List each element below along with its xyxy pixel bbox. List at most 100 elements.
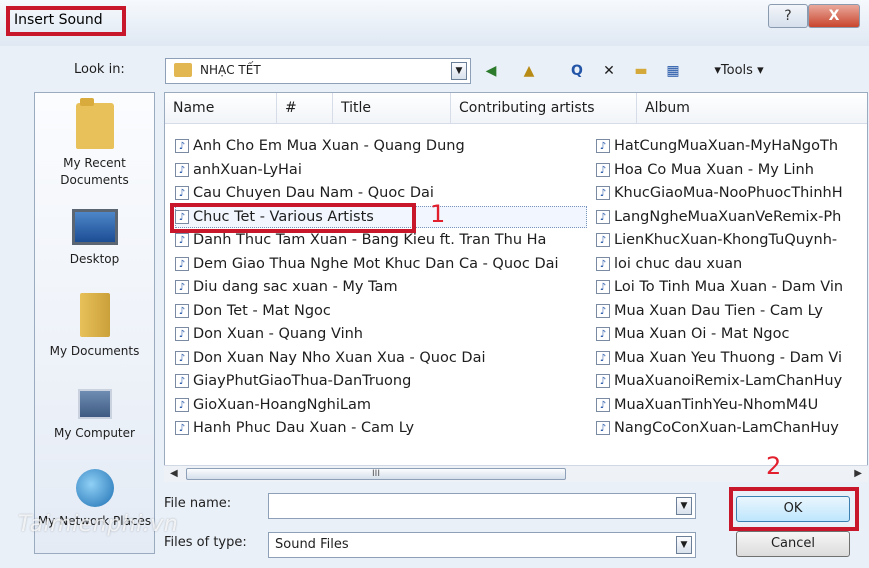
title-highlight-box (6, 6, 126, 36)
list-item[interactable]: ♪ HatCungMuaXuan-MyHaNgoTh (596, 136, 866, 156)
cancel-button[interactable]: Cancel (736, 531, 850, 557)
file-name: loi chuc dau xuan (614, 255, 743, 272)
back-button[interactable]: ◀ (480, 60, 502, 82)
close-button[interactable]: X (808, 4, 860, 28)
list-item[interactable]: ♪ Mua Xuan Yeu Thuong - Dam Vi (596, 348, 866, 368)
list-item[interactable]: ♪ NangCoConXuan-LamChanHuy (596, 418, 866, 438)
list-item[interactable]: ♪ Danh Thuc Tam Xuan - Bang Kieu ft. Tran… (175, 230, 585, 250)
list-item[interactable]: ♪ GioXuan-HoangNghiLam (175, 395, 585, 415)
places-bar: My Recent Documents Desktop My Documents… (34, 92, 155, 554)
header-divider (165, 123, 867, 124)
selected-file-highlight-box (170, 203, 416, 233)
computer-icon (77, 389, 112, 419)
list-item[interactable]: ♪ Diu dang sac xuan - My Tam (175, 277, 585, 297)
list-item[interactable]: ♪ Loi To Tinh Mua Xuan - Dam Vin (596, 277, 866, 297)
list-item[interactable]: ♪ Hoa Co Mua Xuan - My Linh (596, 160, 866, 180)
audio-file-icon: ♪ (175, 162, 189, 177)
look-in-combo[interactable]: NHẠC TẾT ▼ (165, 58, 471, 84)
list-item[interactable]: ♪ Hanh Phuc Dau Xuan - Cam Ly (175, 418, 585, 438)
audio-file-icon: ♪ (596, 397, 610, 412)
help-button[interactable]: ? (768, 4, 808, 28)
horizontal-scrollbar[interactable]: ◀ III ▶ (164, 465, 868, 482)
network-icon (75, 469, 114, 507)
file-name: GiayPhutGiaoThua-DanTruong (193, 373, 412, 389)
place-label: My Recent Documents (60, 156, 129, 187)
file-name: Don Xuan Nay Nho Xuan Xua - Quoc Dai (193, 349, 486, 366)
column-header-number[interactable]: # (277, 93, 333, 123)
audio-file-icon: ♪ (596, 139, 610, 153)
audio-file-icon: ♪ (596, 162, 610, 177)
place-desktop[interactable]: Desktop (35, 209, 154, 268)
search-web-button[interactable]: Q (566, 60, 588, 82)
annotation-step-1: 1 (430, 200, 446, 228)
place-my-documents[interactable]: My Documents (35, 293, 154, 360)
list-item[interactable]: ♪ LienKhucXuan-KhongTuQuynh- (596, 230, 866, 250)
file-name: Mua Xuan Oi - Mat Ngoc (614, 326, 790, 342)
list-item[interactable]: ♪ Don Tet - Mat Ngoc (175, 301, 585, 321)
file-name: Diu dang sac xuan - My Tam (193, 279, 398, 295)
list-item[interactable]: ♪ Don Xuan Nay Nho Xuan Xua - Quoc Dai (175, 348, 585, 368)
column-header-name[interactable]: Name (165, 93, 277, 123)
list-item[interactable]: ♪ Mua Xuan Oi - Mat Ngoc (596, 324, 866, 344)
list-item[interactable]: ♪ MuaXuanTinhYeu-NhomM4U (596, 395, 866, 415)
file-name: Cau Chuyen Dau Nam - Quoc Dai (193, 185, 434, 201)
new-folder-button[interactable]: ▬ (630, 60, 652, 82)
list-item[interactable]: ♪ MuaXuanoiRemix-LamChanHuy (596, 371, 866, 391)
scroll-left-icon[interactable]: ◀ (170, 466, 178, 482)
audio-file-icon: ♪ (175, 186, 189, 200)
column-header-album[interactable]: Album (637, 93, 867, 123)
file-name: Loi To Tinh Mua Xuan - Dam Vin (614, 279, 844, 295)
chevron-down-icon[interactable]: ▼ (451, 62, 467, 80)
place-my-recent-documents[interactable]: My Recent Documents (35, 98, 154, 189)
file-name: HatCungMuaXuan-MyHaNgoTh (614, 138, 839, 154)
list-item[interactable]: ♪ LangNgheMuaXuanVeRemix-Ph (596, 207, 866, 227)
place-label: My Documents (49, 344, 140, 358)
audio-file-icon: ♪ (596, 421, 610, 435)
place-label: Desktop (69, 252, 120, 266)
list-item[interactable]: ♪ KhucGiaoMua-NooPhuocThinhH (596, 183, 866, 203)
place-label: My Computer (54, 426, 135, 440)
look-in-label: Look in: (74, 62, 125, 77)
file-type-combo[interactable]: Sound Files ▼ (268, 532, 696, 558)
file-name: GioXuan-HoangNghiLam (193, 396, 371, 413)
audio-file-icon: ♪ (596, 350, 610, 365)
delete-button[interactable]: ✕ (598, 60, 620, 82)
up-folder-button[interactable]: ▲ (514, 60, 544, 82)
list-item[interactable]: ♪ GiayPhutGiaoThua-DanTruong (175, 371, 585, 391)
look-in-value: NHẠC TẾT (200, 63, 261, 77)
list-item[interactable]: ♪ loi chuc dau xuan (596, 254, 866, 274)
annotation-step-2: 2 (766, 452, 782, 480)
tools-menu[interactable]: ▾Tools ▾ (702, 60, 776, 82)
list-item[interactable]: ♪ Cau Chuyen Dau Nam - Quoc Dai (175, 183, 585, 203)
views-button[interactable]: ▦ (662, 60, 684, 82)
audio-file-icon: ♪ (175, 303, 189, 318)
audio-file-icon: ♪ (175, 139, 189, 153)
list-item[interactable]: ♪ Dem Giao Thua Nghe Mot Khuc Dan Ca - Qu… (175, 254, 585, 274)
place-my-computer[interactable]: My Computer (35, 389, 154, 442)
column-header-contributing-artists[interactable]: Contributing artists (451, 93, 637, 123)
audio-file-icon: ♪ (175, 327, 189, 341)
list-item[interactable]: ♪ Anh Cho Em Mua Xuan - Quang Dung (175, 136, 585, 156)
file-name: Dem Giao Thua Nghe Mot Khuc Dan Ca - Quo… (193, 255, 559, 272)
dialog-titlebar: Insert Sound ? X (0, 0, 869, 46)
documents-icon (79, 293, 110, 337)
list-item[interactable]: ♪ Mua Xuan Dau Tien - Cam Ly (596, 301, 866, 321)
chevron-down-icon[interactable]: ▼ (676, 497, 692, 515)
audio-file-icon: ♪ (175, 397, 189, 412)
tools-label: Tools (720, 63, 753, 78)
audio-file-icon: ♪ (596, 209, 610, 224)
list-item[interactable]: ♪ Don Xuan - Quang Vinh (175, 324, 585, 344)
file-name: Don Tet - Mat Ngoc (193, 302, 331, 319)
scrollbar-thumb[interactable]: III (186, 468, 566, 480)
column-header-title[interactable]: Title (333, 93, 451, 123)
audio-file-icon: ♪ (175, 374, 189, 388)
file-name: Danh Thuc Tam Xuan - Bang Kieu ft. Tran … (193, 232, 547, 248)
chevron-down-icon[interactable]: ▼ (676, 536, 692, 554)
ok-highlight-box (729, 487, 859, 531)
file-type-value: Sound Files (275, 537, 349, 552)
file-name: MuaXuanTinhYeu-NhomM4U (614, 396, 819, 413)
file-name: LangNgheMuaXuanVeRemix-Ph (614, 208, 842, 225)
file-name-field[interactable]: ▼ (268, 493, 696, 519)
scroll-right-icon[interactable]: ▶ (854, 466, 862, 482)
list-item[interactable]: ♪ anhXuan-LyHai (175, 160, 585, 180)
